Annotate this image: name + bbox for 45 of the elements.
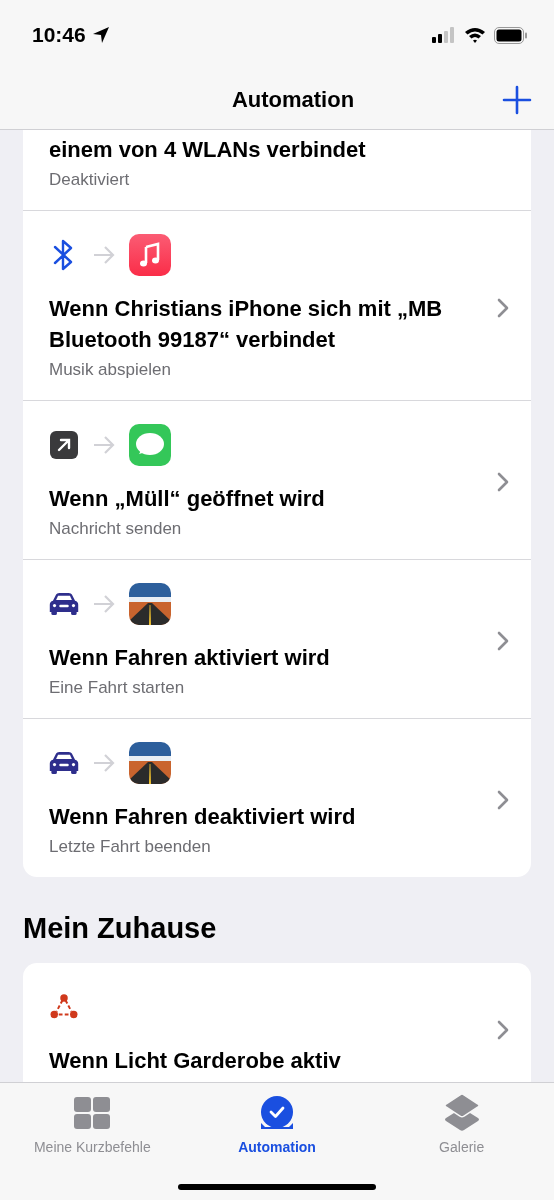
status-time: 10:46	[32, 22, 86, 49]
battery-icon	[494, 26, 528, 44]
automation-title: Wenn „Müll“ geöffnet wird	[49, 485, 326, 513]
section-heading: Mein Zuhause	[23, 911, 218, 946]
automation-subtitle: Nachricht senden	[49, 518, 183, 540]
signal-icon	[432, 27, 456, 43]
automation-title: Wenn Fahren aktiviert wird	[49, 644, 331, 672]
tab-bar-item[interactable]: Automation	[184, 1083, 370, 1158]
automation-title: Wenn Fahren deaktiviert wird	[49, 803, 357, 831]
automation-row[interactable]: Wenn Fahren deaktiviert wird Letzte Fahrt beenden	[23, 718, 531, 877]
automation-title: Wenn Christians iPhone sich mit „MB Bluetooth 99187“ verbindet	[49, 295, 444, 354]
automation-subtitle: Musik abspielen	[49, 359, 172, 381]
arrow-icon	[93, 754, 115, 772]
arrow-icon	[93, 436, 115, 454]
car-icon	[49, 749, 79, 777]
nav-title: Automation	[231, 86, 355, 114]
wifi-icon	[464, 27, 486, 43]
chevron-icon	[497, 297, 509, 318]
road-app-icon	[129, 583, 171, 625]
road-app-icon	[129, 742, 171, 784]
automation-subtitle: Eine Fahrt starten	[49, 677, 186, 699]
chevron-icon	[497, 472, 509, 492]
arrow-icon	[93, 595, 115, 613]
add-icon[interactable]	[502, 84, 532, 115]
grid-icon	[74, 1097, 111, 1129]
open-app-icon	[50, 431, 78, 459]
messages-app-icon	[129, 424, 171, 466]
chevron-icon	[497, 1020, 509, 1040]
automation-check-icon	[259, 1095, 295, 1131]
automation-row[interactable]: Wenn Fahren aktiviert wird Eine Fahrt starten	[23, 559, 531, 718]
chevron-icon	[497, 790, 509, 810]
automation-row[interactable]: Wenn „Müll“ geöffnet wird Nachricht senden	[23, 400, 531, 559]
automation-subtitle: Deaktiviert	[49, 169, 131, 191]
car-icon	[49, 590, 79, 618]
automation-subtitle: Letzte Fahrt beenden	[49, 836, 212, 858]
automation-title: Wenn Licht Garderobe aktiv	[49, 1046, 342, 1075]
automation-title: einem von 4 WLANs verbindet	[49, 136, 367, 164]
arrow-icon	[93, 246, 115, 264]
music-app-icon	[129, 234, 171, 276]
automation-row[interactable]: einem von 4 WLANs verbindet Deaktiviert	[23, 130, 531, 210]
layers-icon	[443, 1094, 480, 1132]
automation-row[interactable]: Wenn Licht Garderobe aktiv	[23, 962, 531, 1082]
automation-row[interactable]: Wenn Christians iPhone sich mit „MB Bluetooth 99187“ verbindet Musik abspielen	[23, 210, 531, 400]
location-icon	[91, 26, 110, 44]
chevron-icon	[497, 631, 509, 651]
